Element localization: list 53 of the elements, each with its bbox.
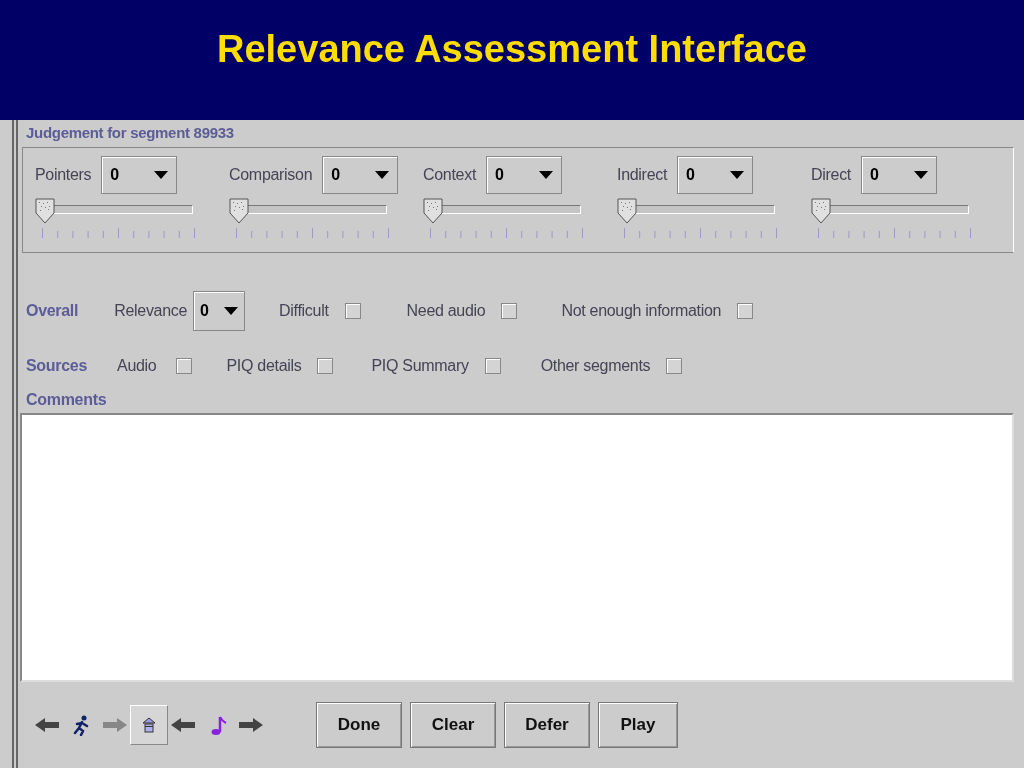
checkbox-label: Need audio (406, 302, 486, 320)
slider-thumb[interactable] (35, 198, 55, 224)
dropdown[interactable]: 0 (322, 156, 399, 194)
slider-thumb[interactable] (229, 198, 249, 224)
slider[interactable] (229, 198, 387, 224)
checkbox-label: PIQ details (226, 357, 302, 375)
comments-field[interactable] (20, 413, 1014, 682)
action-button[interactable]: Done (316, 702, 402, 748)
checkbox-label: Not enough information (561, 302, 722, 320)
caret-icon (914, 171, 928, 179)
dropdown[interactable]: 0 (861, 156, 937, 194)
checkbox-label: Difficult (279, 302, 329, 320)
checkbox[interactable] (501, 303, 518, 319)
toolbar-button[interactable] (130, 705, 168, 745)
slider[interactable] (35, 198, 193, 224)
dropdown[interactable]: 0 (486, 156, 563, 194)
criterion-label: Pointers (35, 166, 92, 184)
dropdown[interactable]: 0 (101, 156, 178, 194)
checkbox[interactable] (317, 358, 334, 374)
caret-icon (154, 171, 169, 179)
checkbox-label: Audio (117, 357, 157, 375)
checkbox-label: Other segments (540, 357, 651, 375)
checkbox[interactable] (176, 358, 193, 374)
caret-icon (224, 307, 239, 315)
checkbox[interactable] (344, 303, 361, 319)
checkbox[interactable] (737, 303, 754, 319)
caret-icon (730, 171, 745, 179)
action-button[interactable]: Clear (410, 702, 496, 748)
section-label: Sources (26, 357, 88, 375)
checkbox-label: PIQ Summary (371, 357, 469, 375)
slider[interactable] (423, 198, 581, 224)
comments-label: Comments (26, 391, 108, 409)
action-button[interactable]: Play (598, 702, 678, 748)
checkbox[interactable] (666, 358, 683, 374)
slider-thumb[interactable] (423, 198, 443, 224)
relevance-label: Relevance (114, 302, 188, 320)
panel-title: Judgement for segment 89933 (26, 124, 235, 141)
slider[interactable] (617, 198, 775, 224)
slider-thumb[interactable] (811, 198, 831, 224)
slide-title: Relevance Assessment Interface (217, 28, 807, 71)
action-button[interactable]: Defer (504, 702, 590, 748)
criterion-label: Context (423, 166, 477, 184)
caret-icon (375, 171, 390, 179)
criterion-label: Comparison (229, 166, 313, 184)
section-label: Overall (26, 302, 79, 320)
dropdown[interactable]: 0 (193, 291, 246, 331)
slider-thumb[interactable] (617, 198, 637, 224)
checkbox[interactable] (484, 358, 501, 374)
criterion-label: Direct (811, 166, 851, 184)
caret-icon (539, 171, 554, 179)
slider[interactable] (811, 198, 969, 224)
criterion-label: Indirect (617, 166, 668, 184)
dropdown[interactable]: 0 (677, 156, 754, 194)
